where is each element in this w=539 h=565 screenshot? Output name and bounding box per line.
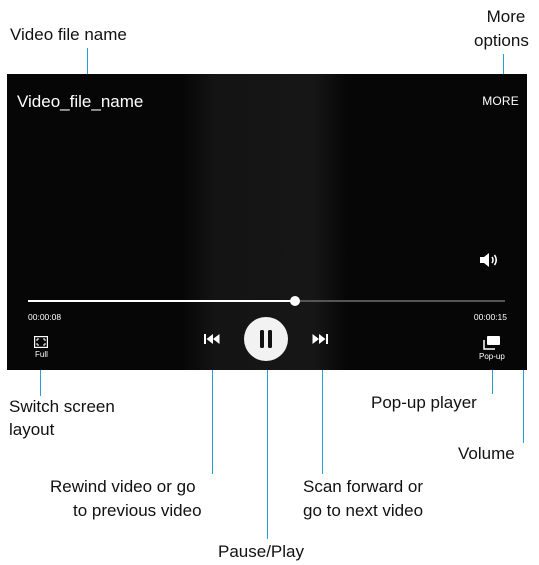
label-volume: Volume: [458, 444, 515, 463]
pause-icon: [260, 330, 272, 348]
full-screen-icon: [34, 336, 48, 348]
label-more-options-1: More: [486, 7, 526, 26]
callout-line-popup: [492, 370, 493, 394]
label-video-file-name: Video file name: [10, 25, 127, 44]
label-rewind-1: Rewind video or go: [50, 477, 196, 496]
label-pause-play: Pause/Play: [218, 542, 304, 561]
video-player[interactable]: Video_file_name MORE 00:00:08 00:00:15 F…: [7, 74, 527, 370]
label-rewind-2: to previous video: [73, 501, 202, 520]
switch-layout-button[interactable]: Full: [32, 336, 52, 362]
progress-bar[interactable]: [28, 296, 505, 306]
label-more-options-2: options: [474, 31, 529, 50]
forward-icon[interactable]: [312, 333, 328, 345]
full-label: Full: [35, 350, 48, 359]
callout-line-layout: [40, 368, 41, 396]
popup-player-button[interactable]: Pop-up: [477, 336, 507, 362]
total-time: 00:00:15: [473, 312, 507, 322]
popup-icon: [483, 336, 500, 350]
label-popup-player: Pop-up player: [371, 393, 477, 412]
label-switch-layout-1: Switch screen: [9, 397, 115, 416]
label-switch-layout-2: layout: [9, 420, 55, 439]
label-scan-2: go to next video: [303, 501, 424, 520]
callout-line-pause: [267, 362, 268, 539]
rewind-icon[interactable]: [204, 333, 220, 345]
pause-button[interactable]: [244, 317, 288, 361]
video-file-name: Video_file_name: [17, 92, 144, 111]
popup-label: Pop-up: [479, 352, 505, 361]
label-scan-1: Scan forward or: [303, 477, 423, 496]
elapsed-time: 00:00:08: [28, 312, 62, 322]
volume-icon[interactable]: [479, 252, 499, 268]
more-options-button[interactable]: MORE: [482, 94, 519, 108]
progress-fill: [28, 300, 296, 302]
